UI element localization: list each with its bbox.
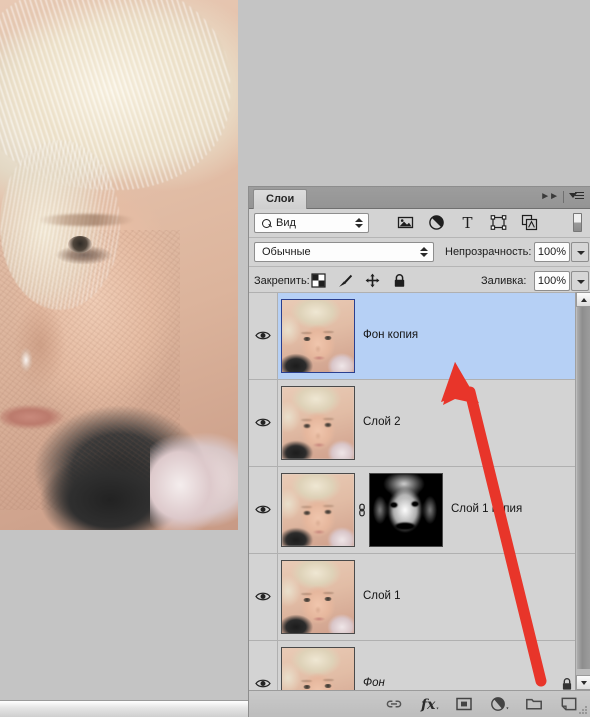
adjustment-layers-filter-icon[interactable] bbox=[428, 214, 445, 231]
eye-icon[interactable] bbox=[255, 678, 271, 689]
lock-position-icon[interactable] bbox=[365, 273, 380, 288]
svg-text:fx: fx bbox=[420, 697, 436, 713]
layer-thumbnail-image bbox=[282, 648, 354, 691]
resize-grip-icon[interactable] bbox=[579, 706, 588, 715]
new-layer-button[interactable] bbox=[560, 695, 578, 713]
pixel-layers-filter-icon[interactable] bbox=[397, 214, 414, 231]
layer-style-fx-button[interactable]: fx bbox=[420, 695, 439, 713]
photo-eye-iris bbox=[68, 236, 92, 253]
layer-visibility-cell[interactable] bbox=[249, 554, 278, 640]
lock-icon-group bbox=[311, 273, 407, 288]
layer-filter-row: Вид T bbox=[249, 209, 590, 238]
layer-list: Фон копия Слой 2 Слой 1 копия Слой 1 Фон bbox=[249, 292, 590, 691]
layer-list-scrollbar[interactable] bbox=[575, 292, 590, 690]
layer-visibility-cell[interactable] bbox=[249, 467, 278, 553]
magnifier-icon bbox=[262, 219, 271, 228]
photo-light-garment bbox=[150, 430, 238, 530]
layer-mask-image bbox=[370, 474, 442, 546]
fill-value[interactable]: 100% bbox=[534, 271, 570, 291]
scrollbar-thumb[interactable] bbox=[577, 307, 590, 669]
new-fill-adjustment-layer-button[interactable] bbox=[490, 695, 509, 713]
tab-layers[interactable]: Слои bbox=[253, 189, 308, 209]
opacity-label: Непрозрачность: bbox=[445, 246, 532, 258]
layer-thumbnail[interactable] bbox=[281, 473, 355, 547]
opacity-dropdown-arrow[interactable] bbox=[571, 242, 589, 262]
layer-name[interactable]: Фон копия bbox=[363, 329, 418, 341]
layers-panel-toolbar: fx bbox=[249, 690, 590, 717]
filter-icon-group: T bbox=[397, 214, 538, 231]
workspace-background-lower bbox=[0, 530, 238, 717]
layer-name[interactable]: Слой 2 bbox=[363, 416, 401, 428]
blend-mode-value: Обычные bbox=[262, 246, 311, 258]
fill-label: Заливка: bbox=[481, 275, 527, 287]
filter-type-value: Вид bbox=[276, 217, 296, 229]
panel-menu-icon[interactable] bbox=[569, 192, 585, 204]
eye-icon[interactable] bbox=[255, 330, 271, 341]
window-bottom-strip bbox=[0, 700, 250, 717]
smart-object-filter-icon[interactable] bbox=[521, 214, 538, 231]
scroll-down-arrow-icon[interactable] bbox=[576, 675, 590, 690]
layer-name[interactable]: Фон bbox=[363, 677, 385, 689]
double-chevron-right-icon[interactable]: ►► bbox=[540, 191, 559, 202]
mask-link-icon[interactable] bbox=[357, 503, 367, 517]
layer-visibility-cell[interactable] bbox=[249, 641, 278, 691]
layer-thumbnail[interactable] bbox=[281, 647, 355, 691]
layer-thumbnail-image bbox=[282, 474, 354, 546]
layer-thumbnail[interactable] bbox=[281, 386, 355, 460]
add-layer-mask-button[interactable] bbox=[455, 695, 473, 713]
photo-lips bbox=[0, 400, 80, 434]
layer-thumbnail[interactable] bbox=[281, 560, 355, 634]
lock-label: Закрепить: bbox=[254, 275, 310, 287]
opacity-value[interactable]: 100% bbox=[534, 242, 570, 262]
filter-enable-toggle[interactable] bbox=[573, 213, 582, 232]
photo-eyebrow bbox=[38, 214, 134, 226]
document-canvas[interactable] bbox=[0, 0, 238, 530]
type-layers-filter-icon[interactable]: T bbox=[459, 214, 476, 231]
layer-row[interactable]: Фон bbox=[249, 641, 590, 691]
filter-select-spinner[interactable] bbox=[355, 218, 363, 230]
portrait-photo bbox=[0, 0, 238, 530]
lock-all-icon bbox=[562, 678, 572, 690]
photo-nose-shadow bbox=[10, 285, 80, 405]
layers-toolbar-icon-group: fx bbox=[385, 695, 590, 713]
eye-icon[interactable] bbox=[255, 417, 271, 428]
lock-image-pixels-icon[interactable] bbox=[338, 273, 353, 288]
layer-visibility-cell[interactable] bbox=[249, 293, 278, 379]
link-layers-button[interactable] bbox=[385, 695, 403, 713]
eye-icon[interactable] bbox=[255, 504, 271, 515]
layer-thumbnail-image bbox=[282, 387, 354, 459]
lock-transparent-pixels-icon[interactable] bbox=[311, 273, 326, 288]
tabbar-divider bbox=[563, 191, 564, 203]
lock-all-icon[interactable] bbox=[392, 273, 407, 288]
scroll-up-arrow-icon[interactable] bbox=[576, 292, 590, 307]
layer-visibility-cell[interactable] bbox=[249, 380, 278, 466]
layer-thumbnail[interactable] bbox=[281, 299, 355, 373]
layer-name[interactable]: Слой 1 bbox=[363, 590, 401, 602]
fill-dropdown-arrow[interactable] bbox=[571, 271, 589, 291]
layer-mask-thumbnail[interactable] bbox=[369, 473, 443, 547]
new-group-button[interactable] bbox=[525, 695, 543, 713]
shape-layers-filter-icon[interactable] bbox=[490, 214, 507, 231]
layer-row[interactable]: Слой 1 копия bbox=[249, 467, 590, 554]
layer-thumbnail-image bbox=[282, 561, 354, 633]
filter-type-select[interactable]: Вид bbox=[254, 213, 369, 233]
layer-name[interactable]: Слой 1 копия bbox=[451, 503, 522, 515]
eye-icon[interactable] bbox=[255, 591, 271, 602]
blend-mode-row: Обычные Непрозрачность: 100% bbox=[249, 238, 590, 267]
svg-text:T: T bbox=[462, 214, 472, 231]
layer-row[interactable]: Фон копия bbox=[249, 293, 590, 380]
layer-thumbnail-image bbox=[282, 300, 354, 372]
blend-mode-spinner[interactable] bbox=[420, 247, 428, 259]
blend-mode-select[interactable]: Обычные bbox=[254, 242, 434, 262]
layer-row[interactable]: Слой 2 bbox=[249, 380, 590, 467]
panel-tab-bar: Слои ►► bbox=[249, 187, 590, 209]
layer-row[interactable]: Слой 1 bbox=[249, 554, 590, 641]
layers-panel: Слои ►► Вид T Обычные Непрозрачность: 10… bbox=[248, 186, 590, 717]
screenshot-root: Слои ►► Вид T Обычные Непрозрачность: 10… bbox=[0, 0, 590, 717]
photo-earring bbox=[18, 345, 34, 375]
